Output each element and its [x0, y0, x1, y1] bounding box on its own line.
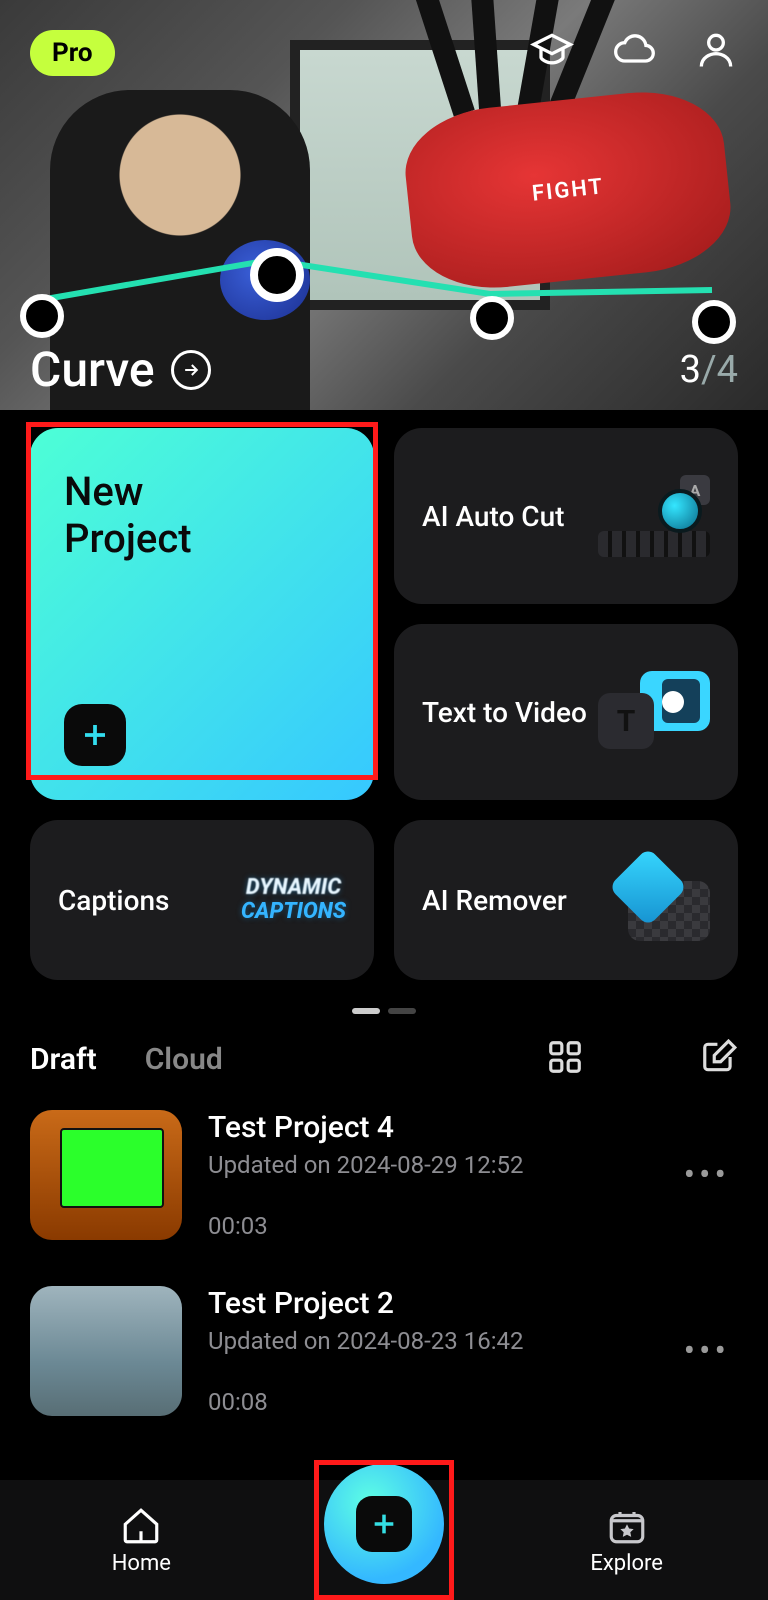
project-item[interactable]: Test Project 2 Updated on 2024-08-23 16:… — [30, 1286, 738, 1416]
plus-icon — [356, 1496, 412, 1552]
project-title: Test Project 4 — [208, 1110, 658, 1145]
layout-grid-icon[interactable] — [546, 1038, 584, 1080]
curve-node — [20, 294, 64, 338]
nav-explore[interactable]: Explore — [527, 1505, 727, 1576]
profile-icon[interactable] — [694, 28, 738, 76]
curve-node-active — [250, 248, 304, 302]
cloud-icon[interactable] — [612, 28, 656, 76]
hero-feature-title[interactable]: Curve — [30, 341, 211, 398]
project-more-icon[interactable]: ••• — [684, 1155, 738, 1195]
project-duration: 00:03 — [208, 1212, 658, 1240]
project-thumbnail — [30, 1286, 182, 1416]
nav-home[interactable]: Home — [41, 1505, 241, 1576]
project-tabs-row: Draft Cloud — [0, 1038, 768, 1080]
plus-icon — [64, 704, 126, 766]
project-duration: 00:08 — [208, 1388, 658, 1416]
dynamic-captions-icon: DYNAMIC CAPTIONS — [241, 876, 346, 924]
project-list: Test Project 4 Updated on 2024-08-29 12:… — [0, 1080, 768, 1416]
text-to-video-icon: T — [598, 671, 710, 753]
captions-button[interactable]: Captions DYNAMIC CAPTIONS — [30, 820, 374, 980]
project-item[interactable]: Test Project 4 Updated on 2024-08-29 12:… — [30, 1110, 738, 1240]
nav-home-label: Home — [112, 1551, 171, 1576]
tab-draft[interactable]: Draft — [30, 1042, 97, 1077]
edit-icon[interactable] — [700, 1038, 738, 1080]
tab-cloud[interactable]: Cloud — [145, 1042, 223, 1077]
ai-remover-icon — [598, 859, 710, 941]
curve-node — [470, 296, 514, 340]
new-project-button[interactable]: New Project — [30, 428, 374, 800]
ai-auto-cut-button[interactable]: AI Auto Cut A — [394, 428, 738, 604]
ai-remover-button[interactable]: AI Remover — [394, 820, 738, 980]
project-title: Test Project 2 — [208, 1286, 658, 1321]
nav-create-fab[interactable] — [324, 1464, 444, 1584]
pro-badge[interactable]: Pro — [30, 30, 115, 76]
ai-auto-cut-icon: A — [598, 475, 710, 557]
project-thumbnail — [30, 1110, 182, 1240]
text-to-video-button[interactable]: Text to Video T — [394, 624, 738, 800]
project-updated: Updated on 2024-08-29 12:52 — [208, 1151, 658, 1179]
hero-banner[interactable]: FIGHT Pro Curve — [0, 0, 768, 410]
learn-icon[interactable] — [530, 28, 574, 76]
curve-node — [692, 300, 736, 344]
feature-tiles: New Project AI Auto Cut A Text to Video … — [0, 410, 768, 980]
project-updated: Updated on 2024-08-23 16:42 — [208, 1327, 658, 1355]
bottom-nav: Home Explore — [0, 1480, 768, 1600]
nav-explore-label: Explore — [590, 1551, 663, 1576]
arrow-right-circle-icon — [171, 350, 211, 390]
feature-page-indicator — [0, 980, 768, 1038]
hero-page-counter: 3/4 — [680, 348, 738, 392]
project-more-icon[interactable]: ••• — [684, 1331, 738, 1371]
